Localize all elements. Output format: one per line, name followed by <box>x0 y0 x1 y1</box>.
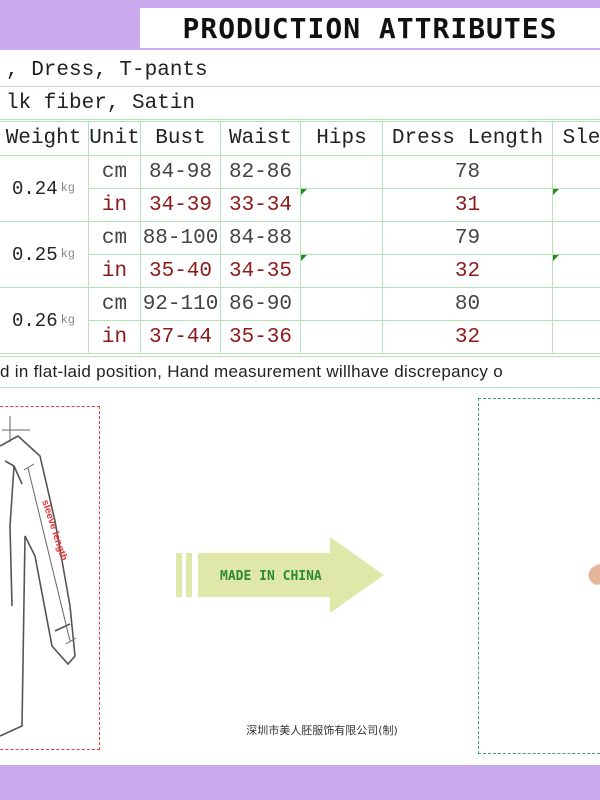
weight-cell: 0.26 kg <box>0 287 89 354</box>
dimension-lines <box>2 416 77 645</box>
unit-cell: cm <box>88 155 141 189</box>
dress-length-cell: 80 <box>382 287 553 321</box>
hips-cell <box>300 254 383 288</box>
waist-cell: 35-36 <box>220 320 301 354</box>
waist-cell: 33-34 <box>220 188 301 222</box>
header-hips: Hips <box>300 121 383 156</box>
table-row: in 34-39 33-34 31 <box>0 188 600 222</box>
unit-cell: in <box>88 254 141 288</box>
dress-length-cell: 78 <box>382 155 553 189</box>
attribute-row-type: , Dress, T-pants <box>0 54 600 87</box>
header-bust: Bust <box>140 121 221 156</box>
hips-cell <box>300 221 383 255</box>
attribute-row-material: lk fiber, Satin <box>0 87 600 120</box>
arrow-stripe <box>176 553 182 597</box>
sleeve-cell <box>552 287 600 321</box>
table-row: 0.25 kg cm 88-100 84-88 79 <box>0 221 600 288</box>
header-sleeve: Sle <box>552 121 600 156</box>
attribute-value: , Dress, T-pants <box>6 58 208 82</box>
hand-icon <box>588 564 600 585</box>
header-dress-length: Dress Length <box>382 121 553 156</box>
weight-cell: 0.25 kg <box>0 221 89 288</box>
waist-cell: 84-88 <box>220 221 301 255</box>
bust-cell: 37-44 <box>140 320 221 354</box>
table-row: 0.24 kg cm 84-98 82-86 78 <box>0 155 600 222</box>
unit-cell: cm <box>88 287 141 321</box>
hips-cell <box>300 320 383 354</box>
bust-cell: 84-98 <box>140 155 221 189</box>
measurement-note: d in flat-laid position, Hand measuremen… <box>0 356 600 388</box>
bust-cell: 92-110 <box>140 287 221 321</box>
table-row: in 37-44 35-36 32 <box>0 320 600 354</box>
sleeve-cell <box>552 155 600 189</box>
attribute-value: lk fiber, Satin <box>6 91 196 115</box>
sleeve-cell <box>552 188 600 222</box>
sleeve-cell <box>552 221 600 255</box>
header-weight: Weight <box>0 121 89 156</box>
dress-length-cell: 79 <box>382 221 553 255</box>
weight-cell: 0.24 kg <box>0 155 89 222</box>
unit-cell: cm <box>88 221 141 255</box>
hips-cell <box>300 155 383 189</box>
unit-cell: in <box>88 188 141 222</box>
header-waist: Waist <box>220 121 301 156</box>
table-header-row: Weight Unit Bust Waist Hips Dress Length… <box>0 121 600 156</box>
sleeve-cell <box>552 254 600 288</box>
made-in-china-label: MADE IN CHINA <box>220 569 322 584</box>
waist-cell: 82-86 <box>220 155 301 189</box>
waist-cell: 86-90 <box>220 287 301 321</box>
size-table: Weight Unit Bust Waist Hips Dress Length… <box>0 121 600 354</box>
header-unit: Unit <box>88 121 141 156</box>
dress-length-cell: 32 <box>382 320 553 354</box>
page-title: PRODUCTION ATTRIBUTES <box>140 8 600 48</box>
waist-cell: 34-35 <box>220 254 301 288</box>
dress-length-cell: 32 <box>382 254 553 288</box>
company-name: 深圳市美人胚服饰有限公司(制) <box>246 724 398 737</box>
hips-cell <box>300 287 383 321</box>
arrow-stripe <box>186 553 192 597</box>
bust-cell: 88-100 <box>140 221 221 255</box>
unit-cell: in <box>88 320 141 354</box>
table-row: 0.26 kg cm 92-110 86-90 80 <box>0 287 600 354</box>
hips-cell <box>300 188 383 222</box>
dress-length-cell: 31 <box>382 188 553 222</box>
photo-frame <box>478 398 600 754</box>
made-in-china-arrow: MADE IN CHINA <box>176 537 384 613</box>
garment-outline <box>0 435 76 737</box>
bust-cell: 35-40 <box>140 254 221 288</box>
bust-cell: 34-39 <box>140 188 221 222</box>
table-row: in 35-40 34-35 32 <box>0 254 600 288</box>
garment-diagram: sleeve length <box>0 416 77 737</box>
sleeve-cell <box>552 320 600 354</box>
bottom-band <box>0 765 600 800</box>
